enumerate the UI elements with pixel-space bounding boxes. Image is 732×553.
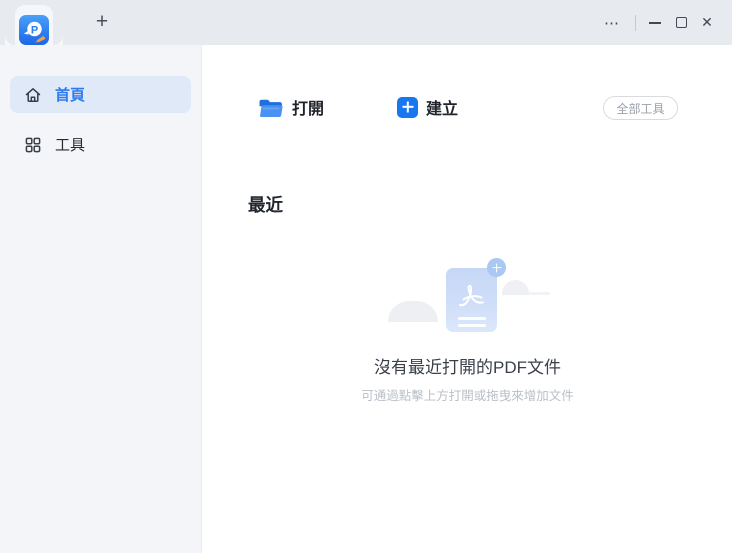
create-button[interactable]: 建立: [397, 95, 458, 119]
doc-text-line: [458, 324, 486, 327]
empty-state-hint: 可通過點擊上方打開或拖曳來增加文件: [203, 385, 732, 404]
create-label: 建立: [426, 95, 458, 119]
folder-open-icon: [258, 97, 284, 118]
grid-icon: [24, 136, 42, 154]
doc-text-line: [458, 317, 486, 320]
sidebar-item-tools[interactable]: 工具: [10, 126, 191, 163]
controls-divider: [635, 15, 636, 31]
sidebar-nav: 首頁 工具: [0, 45, 201, 163]
all-tools-button[interactable]: 全部工具: [603, 96, 678, 120]
app-window: P + ⋯ ✕ 首頁: [0, 0, 732, 553]
acrobat-logo-icon: [455, 282, 489, 312]
cloud-hill-right: [502, 280, 529, 295]
tab-bar: P + ⋯ ✕: [0, 0, 732, 45]
new-tab-button[interactable]: +: [90, 11, 114, 35]
minimize-icon[interactable]: [642, 10, 668, 36]
open-button[interactable]: 打開: [258, 95, 324, 119]
pdf-document-icon: [446, 268, 497, 332]
cloud-hill-left: [388, 301, 438, 322]
sidebar-item-home[interactable]: 首頁: [10, 76, 191, 113]
home-icon: [24, 86, 42, 104]
sidebar-item-label: 工具: [55, 134, 85, 155]
app-logo-icon: P: [19, 15, 49, 45]
cloud-bar: [528, 292, 550, 295]
svg-text:P: P: [31, 24, 38, 36]
maximize-icon[interactable]: [668, 10, 694, 36]
window-controls: ⋯ ✕: [599, 0, 720, 45]
active-tab[interactable]: P: [15, 5, 53, 45]
main-content: 打開 建立 全部工具 最近 沒有最近打開的PDF文件 可通過點擊上方打開: [203, 45, 732, 553]
empty-state-illustration: [380, 258, 560, 348]
recent-heading: 最近: [248, 192, 283, 217]
empty-state-title: 沒有最近打開的PDF文件: [203, 353, 732, 378]
sidebar: 首頁 工具: [0, 45, 202, 553]
sidebar-item-label: 首頁: [55, 84, 85, 105]
open-label: 打開: [292, 95, 324, 119]
plus-square-icon: [397, 97, 418, 118]
add-badge-icon: [487, 258, 506, 277]
more-menu-icon[interactable]: ⋯: [599, 10, 625, 36]
close-icon[interactable]: ✕: [694, 10, 720, 36]
